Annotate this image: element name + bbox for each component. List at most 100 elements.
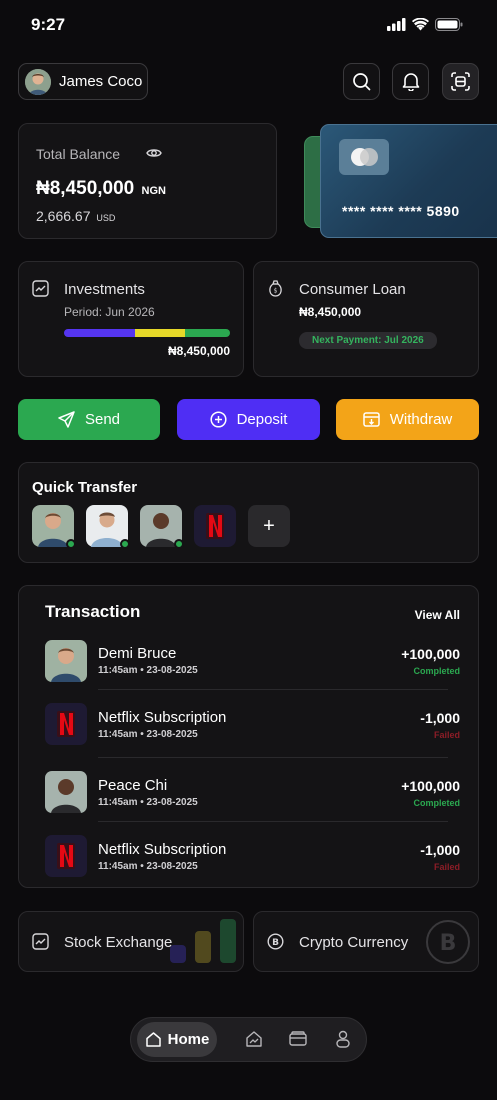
deposit-label: Deposit bbox=[236, 411, 288, 428]
netflix-avatar[interactable] bbox=[194, 505, 236, 547]
usd-amount: 2,666.67 bbox=[36, 208, 91, 224]
transaction-avatar bbox=[45, 771, 87, 813]
user-icon bbox=[336, 1030, 350, 1048]
transaction-amount: -1,000 bbox=[420, 710, 460, 726]
progress-segment bbox=[185, 329, 230, 337]
nav-investments[interactable] bbox=[245, 1030, 263, 1053]
notifications-button[interactable] bbox=[392, 63, 429, 100]
transaction-status: Failed bbox=[433, 862, 460, 872]
transaction-status: Failed bbox=[433, 730, 460, 740]
transaction-status: Completed bbox=[413, 666, 460, 676]
view-all-link[interactable]: View All bbox=[415, 608, 460, 622]
transaction-date: 11:45am • 23-08-2025 bbox=[98, 797, 198, 808]
transaction-name: Peace Chi bbox=[98, 777, 168, 794]
online-indicator bbox=[120, 539, 130, 549]
balance-usd: 2,666.67 USD bbox=[36, 208, 115, 224]
netflix-icon bbox=[57, 843, 75, 869]
contact-avatar[interactable] bbox=[86, 505, 130, 549]
plus-circle-icon bbox=[210, 411, 227, 428]
signal-icon bbox=[387, 18, 406, 31]
usd-label: USD bbox=[96, 213, 116, 223]
progress-segment bbox=[135, 329, 186, 337]
status-time: 9:27 bbox=[31, 15, 66, 34]
transactions-title: Transaction bbox=[45, 602, 141, 621]
nav-profile[interactable] bbox=[335, 1030, 351, 1053]
loan-title: Consumer Loan bbox=[299, 281, 406, 298]
divider bbox=[98, 689, 448, 690]
withdraw-label: Withdraw bbox=[389, 411, 453, 428]
send-icon bbox=[58, 411, 75, 428]
balance-amount-value: ₦8,450,000 bbox=[36, 178, 135, 199]
quick-transfer-panel: Quick Transfer + bbox=[18, 462, 479, 563]
search-button[interactable] bbox=[343, 63, 380, 100]
nav-cards[interactable] bbox=[289, 1030, 307, 1053]
contact-avatar[interactable] bbox=[32, 505, 76, 549]
chart-icon bbox=[246, 1031, 262, 1047]
profile-chip[interactable]: James Coco bbox=[18, 63, 148, 100]
crypto-currency-label: Crypto Currency bbox=[299, 934, 409, 951]
investments-title: Investments bbox=[64, 281, 145, 298]
deposit-button[interactable]: Deposit bbox=[177, 399, 320, 440]
transaction-name: Netflix Subscription bbox=[98, 709, 227, 726]
transaction-name: Demi Bruce bbox=[98, 645, 177, 662]
svg-text:B: B bbox=[440, 931, 457, 956]
balance-card: Total Balance ₦8,450,000 NGN 2,666.67 US… bbox=[18, 123, 277, 239]
trend-icon bbox=[32, 933, 49, 955]
transaction-avatar bbox=[45, 835, 87, 877]
transaction-avatar bbox=[45, 703, 87, 745]
transaction-status: Completed bbox=[413, 798, 460, 808]
divider bbox=[98, 821, 448, 822]
stock-exchange-card[interactable]: Stock Exchange bbox=[18, 911, 244, 972]
crypto-currency-card[interactable]: B Crypto Currency B bbox=[253, 911, 479, 972]
investments-progress bbox=[64, 329, 230, 337]
status-icons bbox=[387, 18, 463, 31]
eye-icon[interactable] bbox=[146, 146, 162, 164]
bitcoin-icon: B bbox=[424, 918, 472, 971]
online-indicator bbox=[66, 539, 76, 549]
next-payment-badge: Next Payment: Jul 2026 bbox=[299, 332, 437, 349]
send-button[interactable]: Send bbox=[18, 399, 160, 440]
withdraw-button[interactable]: Withdraw bbox=[336, 399, 479, 440]
investments-card[interactable]: Investments Period: Jun 2026 ₦8,450,000 bbox=[18, 261, 244, 377]
user-name: James Coco bbox=[59, 73, 143, 90]
loan-card[interactable]: $ Consumer Loan ₦8,450,000 Next Payment:… bbox=[253, 261, 479, 377]
trend-icon bbox=[32, 280, 49, 302]
add-contact-button[interactable]: + bbox=[248, 505, 290, 547]
transaction-amount: +100,000 bbox=[401, 778, 460, 794]
chart-bar bbox=[195, 931, 211, 963]
online-indicator bbox=[174, 539, 184, 549]
svg-text:$: $ bbox=[274, 288, 278, 295]
search-icon bbox=[353, 73, 371, 91]
transaction-date: 11:45am • 23-08-2025 bbox=[98, 861, 198, 872]
chart-bar bbox=[170, 945, 186, 963]
battery-icon bbox=[435, 18, 463, 31]
bank-card[interactable]: **** **** **** 5890 bbox=[320, 124, 497, 238]
divider bbox=[98, 757, 448, 758]
wifi-icon bbox=[412, 18, 429, 31]
withdraw-icon bbox=[362, 412, 380, 427]
contact-avatar[interactable] bbox=[140, 505, 184, 549]
plus-icon: + bbox=[263, 514, 275, 537]
netflix-icon bbox=[57, 711, 75, 737]
investments-amount: ₦8,450,000 bbox=[167, 344, 230, 358]
mastercard-icon bbox=[339, 139, 389, 175]
bottom-nav: Home bbox=[130, 1017, 367, 1062]
nav-home-label: Home bbox=[167, 1031, 210, 1048]
transaction-name: Netflix Subscription bbox=[98, 841, 227, 858]
card-number: **** **** **** 5890 bbox=[342, 203, 460, 219]
transaction-date: 11:45am • 23-08-2025 bbox=[98, 665, 198, 676]
transaction-avatar bbox=[45, 640, 87, 682]
send-label: Send bbox=[84, 411, 121, 428]
money-bag-icon: $ bbox=[267, 280, 284, 302]
loan-amount: ₦8,450,000 bbox=[299, 305, 362, 319]
scan-icon bbox=[451, 72, 470, 91]
chart-bar bbox=[220, 919, 236, 963]
investments-period: Period: Jun 2026 bbox=[64, 305, 155, 319]
avatar bbox=[25, 68, 51, 95]
quick-transfer-title: Quick Transfer bbox=[32, 479, 138, 496]
transaction-amount: +100,000 bbox=[401, 646, 460, 662]
nav-home[interactable]: Home bbox=[137, 1022, 217, 1057]
balance-label: Total Balance bbox=[36, 146, 121, 162]
scan-button[interactable] bbox=[442, 63, 479, 100]
coin-icon: B bbox=[267, 933, 284, 955]
